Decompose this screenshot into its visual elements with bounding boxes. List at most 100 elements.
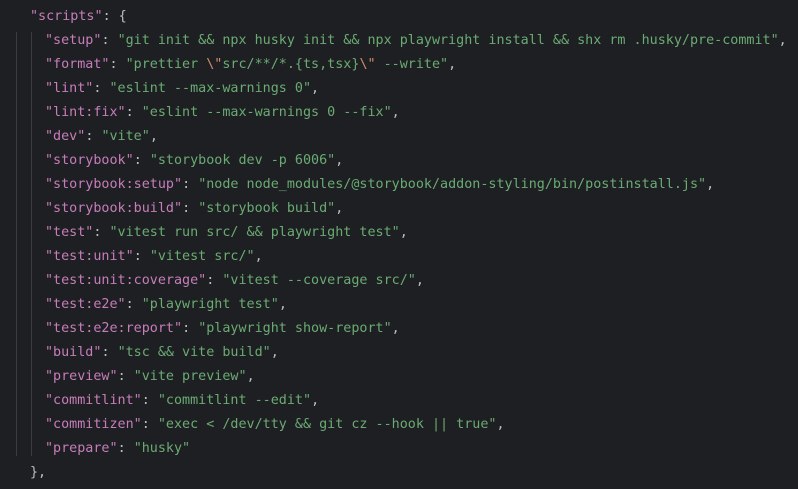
colon: : [109, 57, 126, 72]
script-key: "storybook:build" [45, 201, 183, 216]
trailing-comma: , [391, 105, 400, 120]
script-value: "vitest --coverage src/" [222, 273, 416, 288]
trailing-comma: , [254, 249, 263, 264]
script-value: "tsc && vite build" [117, 345, 271, 360]
close-brace: }, [30, 465, 47, 480]
script-value-part: --write" [375, 57, 449, 72]
trailing-comma: , [496, 417, 505, 432]
script-value-part: src/**/*.{ts,tsx} [222, 57, 360, 72]
script-key: "commitlint" [45, 393, 142, 408]
script-key: "test:e2e:report" [45, 321, 183, 336]
script-value: "vitest src/" [149, 249, 255, 264]
script-entry-line[interactable]: "storybook:build": "storybook build", [45, 197, 343, 221]
script-key: "commitizen" [45, 417, 142, 432]
script-entry-line[interactable]: "test:e2e": "playwright test", [45, 293, 287, 317]
script-key: "test" [45, 225, 94, 240]
trailing-comma: , [335, 153, 344, 168]
script-key: "test:unit" [45, 249, 134, 264]
script-value: "husky" [133, 441, 191, 456]
script-key: "test:unit:coverage" [45, 273, 207, 288]
script-entry-line[interactable]: "prepare": "husky" [45, 437, 190, 461]
script-entry-line[interactable]: "build": "tsc && vite build", [45, 341, 279, 365]
script-key: "test:e2e" [45, 297, 126, 312]
colon: : [141, 393, 158, 408]
script-value: "playwright test" [141, 297, 279, 312]
colon: : [182, 201, 199, 216]
trailing-comma: , [399, 225, 408, 240]
colon: : [93, 81, 110, 96]
script-value: "eslint --max-warnings 0 --fix" [141, 105, 392, 120]
script-value: "vite" [101, 129, 150, 144]
indent-guide-inner [31, 32, 32, 456]
colon: : [182, 321, 199, 336]
script-entry-line[interactable]: "preview": "vite preview", [45, 365, 255, 389]
script-value: "commitlint --edit" [157, 393, 312, 408]
escape-sequence: \" [359, 57, 376, 72]
colon: : [133, 153, 150, 168]
trailing-comma: , [311, 393, 320, 408]
script-value: "playwright show-report" [198, 321, 392, 336]
trailing-comma: , [778, 33, 787, 48]
trailing-comma: , [270, 345, 279, 360]
script-key: "storybook:setup" [45, 177, 183, 192]
trailing-comma: , [278, 297, 287, 312]
code-editor[interactable]: "scripts": { "setup": "git init && npx h… [0, 0, 798, 489]
script-entry-line[interactable]: "test:unit": "vitest src/", [45, 245, 263, 269]
script-key: "lint" [45, 81, 94, 96]
script-key: "lint:fix" [45, 105, 126, 120]
script-value: "eslint --max-warnings 0" [109, 81, 312, 96]
script-value: "prettier [125, 57, 207, 72]
colon: : [133, 249, 150, 264]
script-key: "build" [45, 345, 102, 360]
script-key: "format" [45, 57, 110, 72]
trailing-comma: , [391, 321, 400, 336]
trailing-comma: , [415, 273, 424, 288]
script-entry-line[interactable]: "test:unit:coverage": "vitest --coverage… [45, 269, 424, 293]
script-value: "storybook build" [198, 201, 336, 216]
scripts-header-line[interactable]: "scripts": { [30, 5, 127, 29]
colon: : [117, 441, 134, 456]
script-entry-line[interactable]: "lint:fix": "eslint --max-warnings 0 --f… [45, 101, 400, 125]
indent-guide-outer [16, 32, 17, 456]
trailing-comma: , [311, 81, 320, 96]
script-entry-line[interactable]: "test:e2e:report": "playwright show-repo… [45, 317, 400, 341]
colon: : [141, 417, 158, 432]
trailing-comma: , [246, 369, 255, 384]
script-value: "exec < /dev/tty && git cz --hook || tru… [157, 417, 497, 432]
trailing-comma: , [448, 57, 457, 72]
script-entry-line[interactable]: "storybook": "storybook dev -p 6006", [45, 149, 343, 173]
script-entry-line[interactable]: "lint": "eslint --max-warnings 0", [45, 77, 319, 101]
script-entry-line[interactable]: "commitizen": "exec < /dev/tty && git cz… [45, 413, 505, 437]
script-entry-line[interactable]: "format": "prettier \"src/**/*.{ts,tsx}\… [45, 53, 456, 77]
closing-brace-line[interactable]: }, [30, 461, 46, 485]
script-entry-line[interactable]: "test": "vitest run src/ && playwright t… [45, 221, 408, 245]
colon: : [117, 369, 134, 384]
script-entry-line[interactable]: "commitlint": "commitlint --edit", [45, 389, 319, 413]
script-key: "storybook" [45, 153, 134, 168]
script-value: "vitest run src/ && playwright test" [109, 225, 400, 240]
script-value: "vite preview" [133, 369, 247, 384]
script-entry-line[interactable]: "storybook:setup": "node node_modules/@s… [45, 173, 714, 197]
colon: : [101, 345, 118, 360]
script-key: "preview" [45, 369, 118, 384]
script-entry-line[interactable]: "dev": "vite", [45, 125, 158, 149]
trailing-comma: , [149, 129, 158, 144]
script-key: "prepare" [45, 441, 118, 456]
colon: : [101, 33, 118, 48]
colon: : [93, 225, 110, 240]
script-key: "setup" [45, 33, 102, 48]
trailing-comma: , [335, 201, 344, 216]
trailing-comma: , [706, 177, 715, 192]
script-value: "storybook dev -p 6006" [149, 153, 336, 168]
open-brace: : { [102, 9, 127, 24]
colon: : [125, 297, 142, 312]
colon: : [125, 105, 142, 120]
colon: : [182, 177, 199, 192]
script-key: "dev" [45, 129, 86, 144]
colon: : [206, 273, 223, 288]
escape-sequence: \" [206, 57, 223, 72]
script-value: "git init && npx husky init && npx playw… [117, 33, 779, 48]
script-entry-line[interactable]: "setup": "git init && npx husky init && … [45, 29, 787, 53]
scripts-key: "scripts" [30, 9, 103, 24]
colon: : [85, 129, 102, 144]
